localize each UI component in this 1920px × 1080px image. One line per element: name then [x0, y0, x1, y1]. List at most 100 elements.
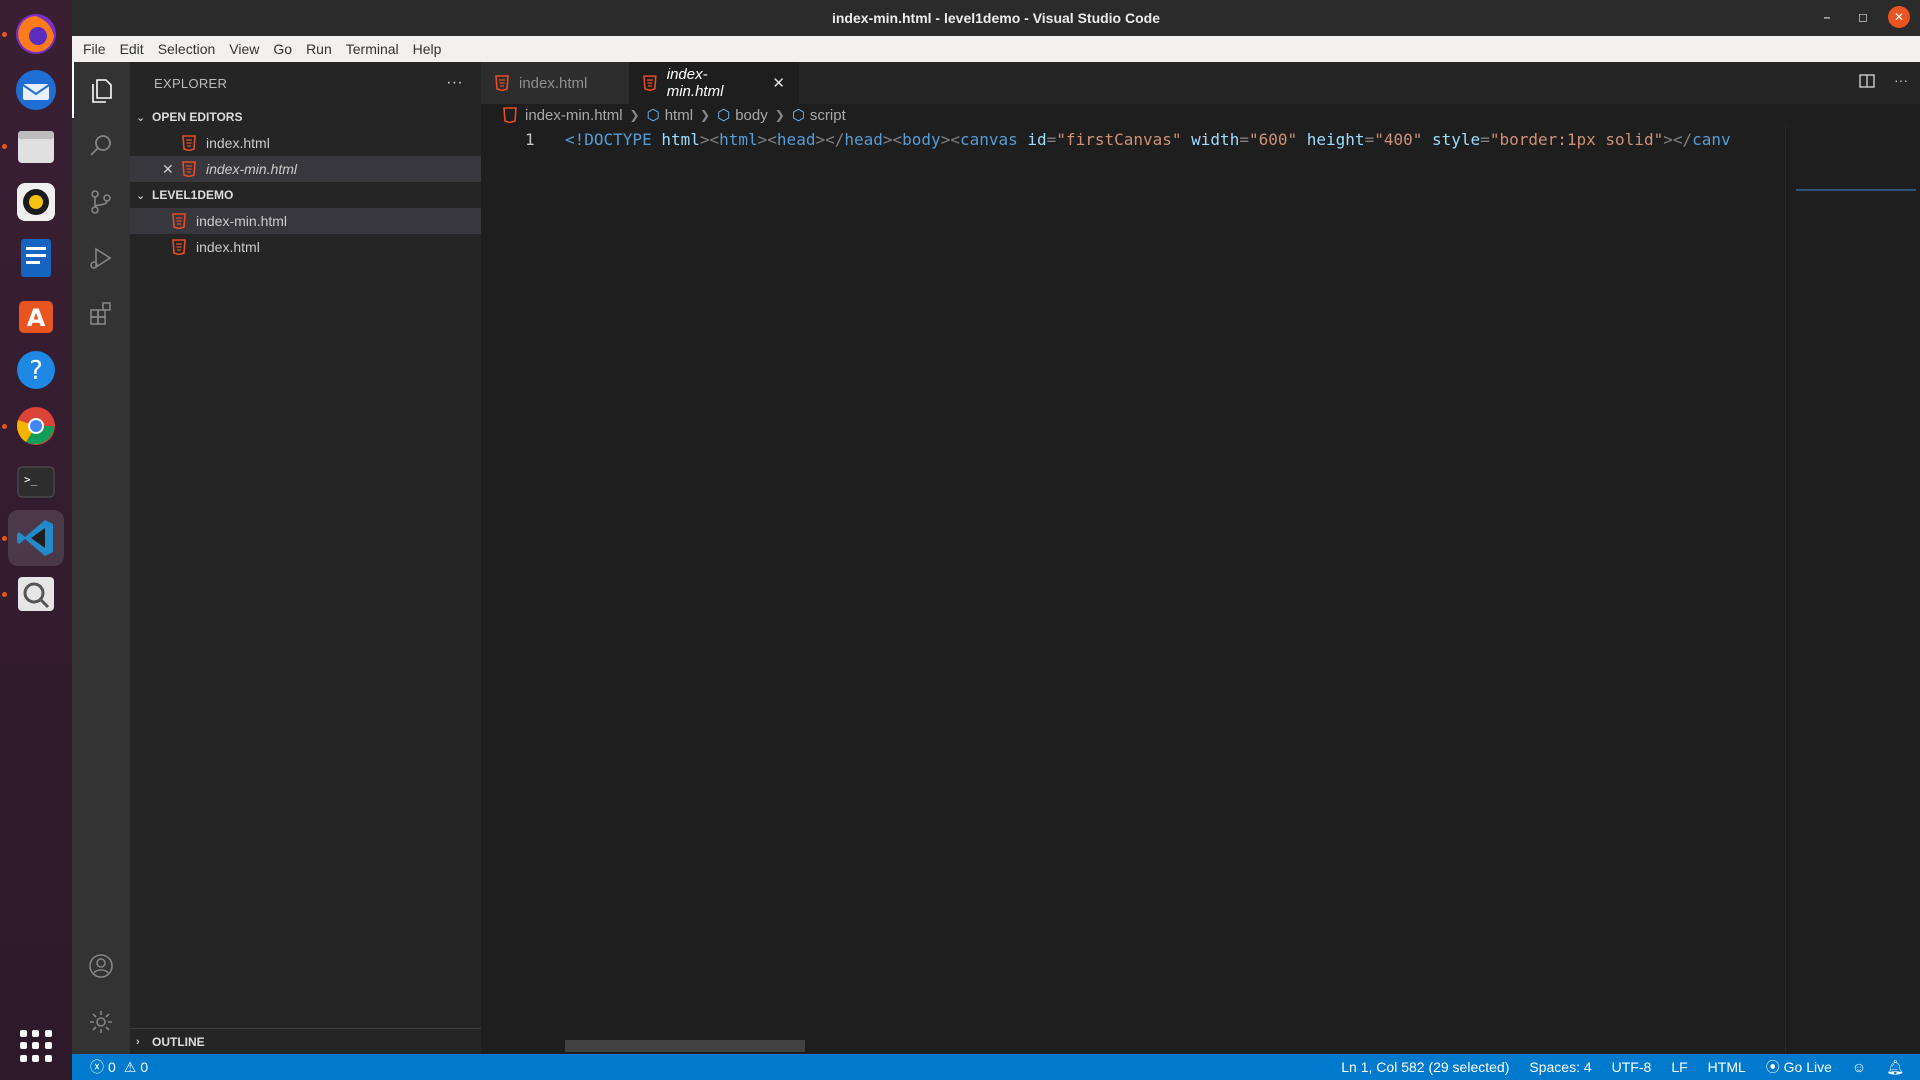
open-editor-item-active[interactable]: ✕ index-min.html — [130, 156, 481, 182]
writer-icon[interactable] — [8, 230, 64, 286]
folder-label: LEVEL1DEMO — [152, 188, 234, 202]
show-apps-icon[interactable] — [20, 1030, 52, 1062]
rhythmbox-icon[interactable] — [8, 174, 64, 230]
file-label: index.html — [196, 239, 260, 255]
indentation[interactable]: Spaces: 4 — [1529, 1059, 1591, 1075]
maximize-button[interactable]: ◻ — [1852, 6, 1874, 28]
split-editor-icon[interactable] — [1858, 72, 1876, 90]
close-window-button[interactable]: ✕ — [1888, 6, 1910, 28]
html-file-icon — [172, 213, 186, 229]
open-editor-item[interactable]: index.html — [130, 130, 481, 156]
minimize-button[interactable]: – — [1816, 6, 1838, 28]
code-token: html — [661, 130, 700, 149]
menu-terminal[interactable]: Terminal — [339, 41, 406, 57]
code-token: >< — [940, 130, 960, 149]
element-icon: ⬡ — [791, 107, 805, 124]
code-token: body — [902, 130, 941, 149]
code-token: = — [1239, 130, 1249, 149]
code-token: = — [1046, 130, 1057, 149]
close-editor-icon[interactable]: ✕ — [162, 161, 174, 178]
code-token: head — [776, 130, 816, 149]
tab-label: index-min.html — [666, 66, 724, 100]
close-tab-icon[interactable]: ✕ — [772, 74, 785, 92]
code-token: >< — [882, 130, 903, 149]
chevron-down-icon: ⌄ — [136, 189, 146, 202]
software-icon[interactable]: A — [8, 286, 64, 342]
line-number: 1 — [525, 130, 535, 149]
help-icon[interactable]: ? — [8, 342, 64, 398]
tab-index-min-html[interactable]: index-min.html ✕ — [629, 62, 799, 104]
menu-run[interactable]: Run — [299, 41, 339, 57]
search-icon[interactable] — [72, 118, 130, 174]
window-titlebar: index-min.html - level1demo - Visual Stu… — [72, 0, 1920, 36]
breadcrumb-script[interactable]: script — [810, 107, 846, 124]
source-control-icon[interactable] — [72, 174, 130, 230]
code-token: canvas — [959, 130, 1028, 149]
more-actions-icon[interactable]: ··· — [1894, 72, 1908, 90]
outline-section[interactable]: › OUTLINE — [130, 1028, 481, 1054]
breadcrumb-file[interactable]: index-min.html — [525, 107, 623, 124]
code-token: canv — [1692, 130, 1731, 149]
menu-go[interactable]: Go — [266, 41, 299, 57]
language-mode[interactable]: HTML — [1708, 1059, 1746, 1075]
menu-edit[interactable]: Edit — [113, 41, 151, 57]
code-token: style — [1432, 130, 1481, 149]
feedback-icon[interactable]: ☺ — [1852, 1059, 1866, 1075]
more-actions-icon[interactable]: ··· — [446, 74, 463, 92]
tab-label: index.html — [519, 74, 588, 92]
warning-count[interactable]: 0 — [140, 1059, 148, 1075]
code-token: "400" — [1374, 130, 1432, 149]
explorer-title: EXPLORER — [154, 75, 228, 91]
menu-help[interactable]: Help — [406, 41, 449, 57]
notifications-bell-icon[interactable]: 🔔︎ — [1886, 1059, 1904, 1076]
explorer-icon[interactable] — [72, 62, 130, 118]
broadcast-icon: ⦿ — [1765, 1059, 1784, 1075]
terminal-icon[interactable]: >_ — [8, 454, 64, 510]
go-live-button[interactable]: ⦿ Go Live — [1766, 1057, 1832, 1077]
chrome-icon[interactable] — [8, 398, 64, 454]
warning-icon[interactable]: ⚠ — [124, 1059, 137, 1076]
explorer-sidebar: EXPLORER ··· ⌄ OPEN EDITORS index.html ✕… — [130, 62, 481, 1054]
html-file-icon — [172, 239, 186, 255]
files-icon[interactable] — [8, 118, 64, 174]
file-item[interactable]: index.html — [130, 234, 481, 260]
code-token: <!DOCTYPE — [565, 130, 662, 149]
settings-gear-icon[interactable] — [72, 994, 130, 1050]
html-file-icon — [495, 75, 509, 91]
minimap[interactable] — [1785, 126, 1920, 1054]
folder-section[interactable]: ⌄ LEVEL1DEMO — [130, 182, 481, 208]
breadcrumb-html[interactable]: html — [665, 107, 693, 124]
accounts-icon[interactable] — [72, 938, 130, 994]
file-item-active[interactable]: index-min.html — [130, 208, 481, 234]
breadcrumb-body[interactable]: body — [735, 107, 768, 124]
code-text[interactable]: <!DOCTYPE html><html><head></head><body>… — [565, 130, 1731, 149]
open-editors-section[interactable]: ⌄ OPEN EDITORS — [130, 104, 481, 130]
screenshot-icon[interactable] — [8, 566, 64, 622]
horizontal-scrollbar[interactable] — [565, 1040, 805, 1052]
thunderbird-icon[interactable] — [8, 62, 64, 118]
menu-view[interactable]: View — [222, 41, 266, 57]
code-token: >< — [699, 130, 720, 149]
open-editors-label: OPEN EDITORS — [152, 110, 243, 124]
chevron-right-icon: › — [136, 1035, 140, 1048]
code-token: html — [719, 130, 758, 149]
extensions-icon[interactable] — [72, 286, 130, 342]
code-token: >< — [757, 130, 777, 149]
error-count[interactable]: 0 — [108, 1059, 116, 1075]
tab-index-html[interactable]: index.html — [481, 62, 629, 104]
code-line[interactable]: 1 <!DOCTYPE html><html><head></head><bod… — [481, 130, 1781, 150]
code-token: width — [1191, 130, 1240, 149]
run-debug-icon[interactable] — [72, 230, 130, 286]
code-token: height — [1306, 130, 1365, 149]
error-icon[interactable]: ⓧ — [90, 1057, 104, 1077]
vscode-icon[interactable] — [8, 510, 64, 566]
firefox-icon[interactable] — [8, 6, 64, 62]
editor-area: index.html index-min.html ✕ ··· index-mi… — [481, 62, 1920, 1054]
menu-selection[interactable]: Selection — [151, 41, 223, 57]
element-icon: ⬡ — [646, 107, 660, 124]
encoding[interactable]: UTF-8 — [1612, 1059, 1652, 1075]
cursor-position[interactable]: Ln 1, Col 582 (29 selected) — [1341, 1059, 1509, 1075]
explorer-header: EXPLORER ··· — [130, 62, 481, 104]
menu-file[interactable]: File — [76, 41, 113, 57]
end-of-line[interactable]: LF — [1671, 1059, 1687, 1075]
